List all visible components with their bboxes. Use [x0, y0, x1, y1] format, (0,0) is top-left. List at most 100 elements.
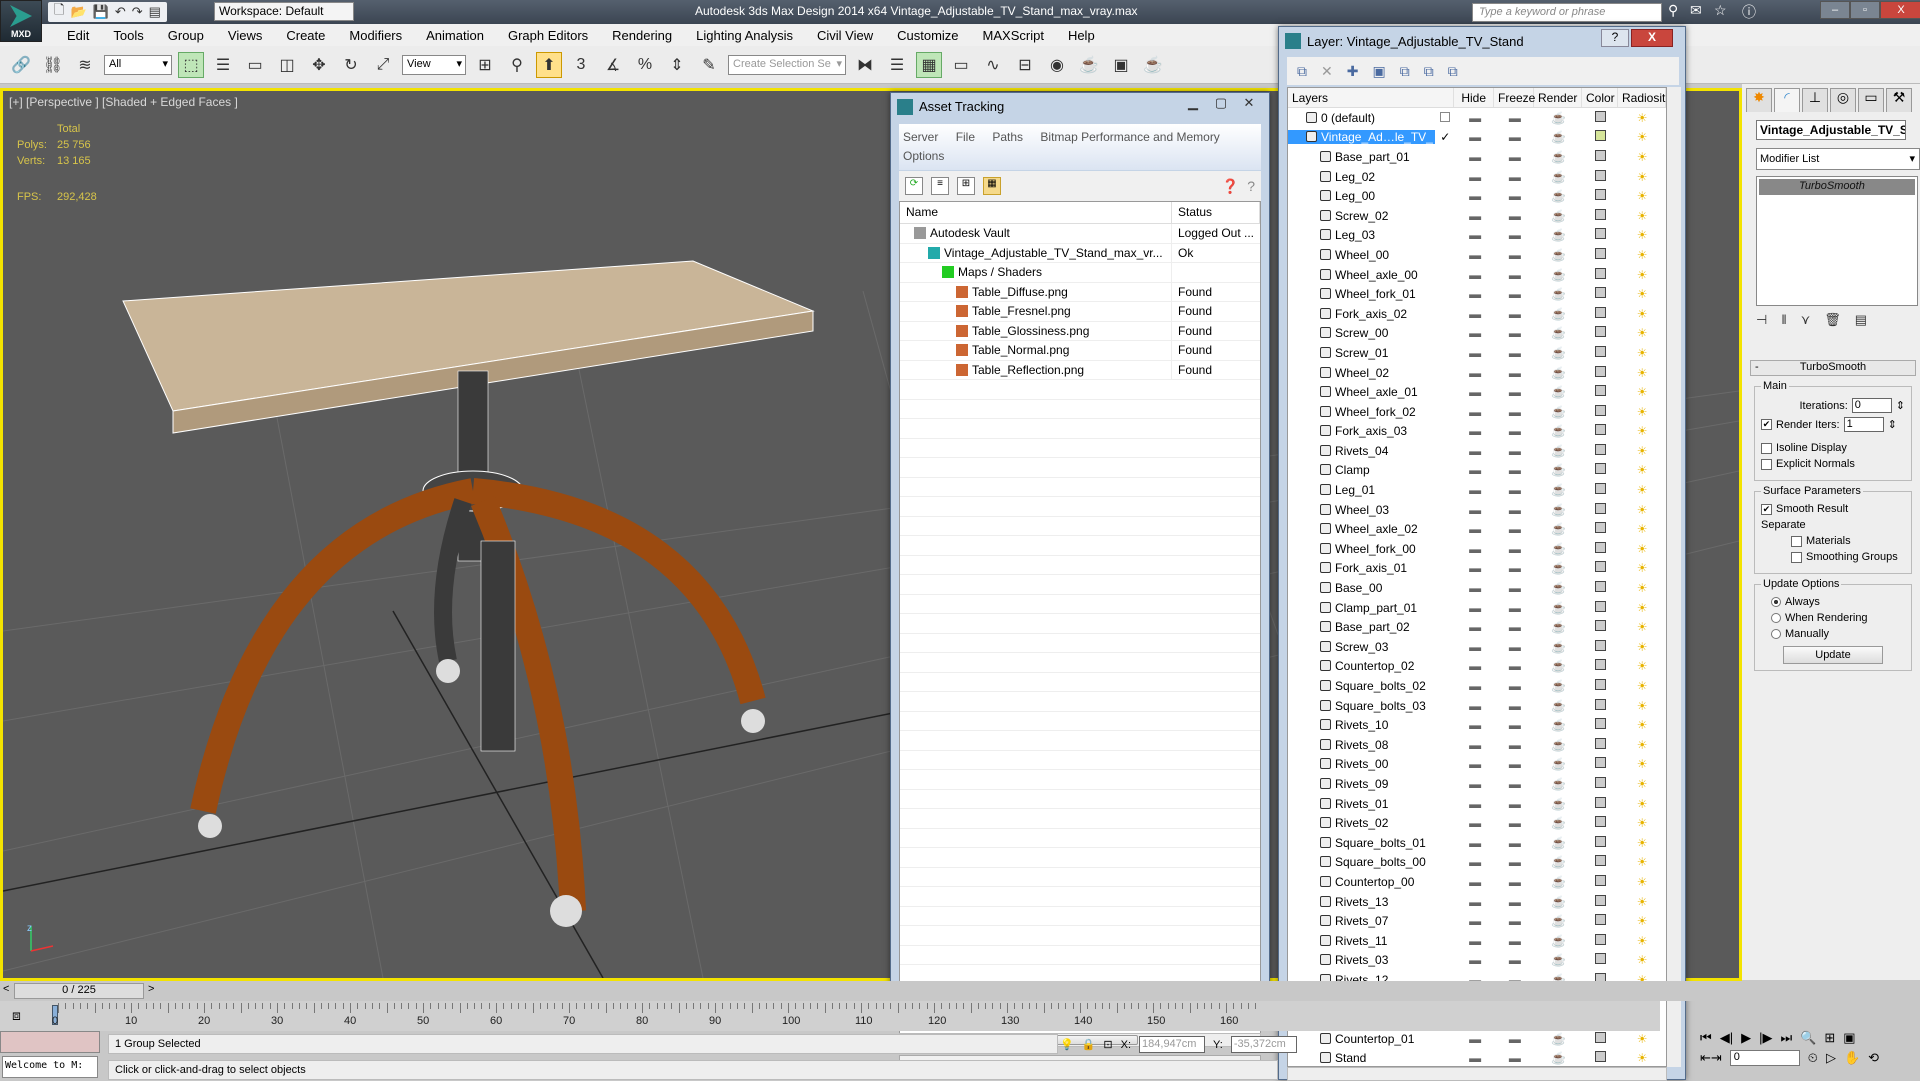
menu-edit[interactable]: Edit	[55, 28, 101, 43]
radiosity-icon[interactable]: ☀	[1618, 953, 1666, 967]
material-editor-icon[interactable]: ◉	[1044, 52, 1070, 78]
render-teapot-icon[interactable]: ☕	[1535, 836, 1583, 850]
color-swatch[interactable]	[1582, 463, 1618, 477]
current-layer-checkbox[interactable]	[1435, 111, 1455, 125]
object-row[interactable]: Base_part_02 ▬ ▬ ☕ ☀	[1288, 617, 1666, 637]
go-to-end-icon[interactable]: ⏭	[1780, 1030, 1792, 1046]
freeze-toggle[interactable]: ▬	[1495, 934, 1535, 948]
orbit-icon[interactable]: ⟲	[1868, 1050, 1879, 1066]
render-teapot-icon[interactable]: ☕	[1535, 757, 1583, 771]
hide-toggle[interactable]: ▬	[1455, 581, 1495, 595]
color-swatch[interactable]	[1582, 816, 1618, 830]
percent-snap-icon[interactable]: %	[632, 52, 658, 78]
hide-toggle[interactable]: ▬	[1455, 679, 1495, 693]
rollout-toggle[interactable]: -	[1755, 361, 1759, 373]
col-color[interactable]: Color	[1582, 88, 1618, 107]
render-teapot-icon[interactable]: ☕	[1535, 307, 1583, 321]
play-icon[interactable]: ▶	[1741, 1030, 1751, 1046]
radiosity-icon[interactable]: ☀	[1618, 1051, 1666, 1065]
radiosity-icon[interactable]: ☀	[1618, 522, 1666, 536]
freeze-toggle[interactable]: ▬	[1495, 581, 1535, 595]
render-teapot-icon[interactable]: ☕	[1535, 228, 1583, 242]
radiosity-icon[interactable]: ☀	[1618, 777, 1666, 791]
render-teapot-icon[interactable]: ☕	[1535, 777, 1583, 791]
vault-help-icon[interactable]: ❓	[1222, 178, 1239, 195]
radiosity-icon[interactable]: ☀	[1618, 797, 1666, 811]
asset-menu-bitmap[interactable]: Bitmap Performance and Memory	[1040, 130, 1219, 144]
zoom-icon[interactable]: 🔍	[1800, 1030, 1816, 1046]
hide-toggle[interactable]: ▬	[1455, 483, 1495, 497]
smooth-result-checkbox[interactable]: ✔	[1761, 503, 1772, 515]
motion-tab-icon[interactable]: ◎	[1830, 88, 1856, 112]
color-swatch[interactable]	[1582, 149, 1618, 164]
freeze-toggle[interactable]: ▬	[1495, 757, 1535, 771]
freeze-toggle[interactable]: ▬	[1495, 444, 1535, 458]
radiosity-icon[interactable]: ☀	[1618, 757, 1666, 771]
freeze-toggle[interactable]: ▬	[1495, 1051, 1535, 1065]
render-teapot-icon[interactable]: ☕	[1535, 1032, 1583, 1046]
asset-row[interactable]: Table_Fresnel.png Found	[900, 302, 1260, 322]
materials-checkbox[interactable]	[1791, 535, 1802, 547]
hide-toggle[interactable]: ▬	[1455, 757, 1495, 771]
col-layers[interactable]: Layers	[1288, 88, 1455, 107]
current-frame-field[interactable]: 0	[1729, 1050, 1800, 1066]
freeze-toggle[interactable]: ▬	[1495, 366, 1535, 380]
hide-toggle[interactable]: ▬	[1455, 463, 1495, 477]
selection-filter-dropdown[interactable]: All	[104, 54, 172, 75]
radiosity-icon[interactable]: ☀	[1618, 816, 1666, 830]
freeze-toggle[interactable]: ▬	[1495, 209, 1535, 223]
freeze-toggle[interactable]: ▬	[1495, 640, 1535, 654]
close-button[interactable]: X	[1880, 1, 1920, 19]
object-row[interactable]: Square_bolts_02 ▬ ▬ ☕ ☀	[1288, 676, 1666, 696]
radiosity-icon[interactable]: ☀	[1618, 209, 1666, 223]
edit-named-selection-icon[interactable]: ✎	[696, 52, 722, 78]
color-swatch[interactable]	[1582, 561, 1618, 575]
freeze-toggle[interactable]: ▬	[1495, 797, 1535, 811]
hide-toggle[interactable]: ▬	[1455, 326, 1495, 340]
freeze-toggle[interactable]: ▬	[1495, 228, 1535, 242]
freeze-toggle[interactable]: ▬	[1495, 679, 1535, 693]
freeze-toggle[interactable]: ▬	[1495, 248, 1535, 262]
freeze-toggle[interactable]: ▬	[1495, 659, 1535, 673]
render-teapot-icon[interactable]: ☕	[1535, 620, 1583, 634]
render-teapot-icon[interactable]: ☕	[1535, 601, 1583, 615]
color-swatch[interactable]	[1582, 1031, 1618, 1046]
go-to-start-icon[interactable]: ⏮	[1700, 1030, 1712, 1046]
render-teapot-icon[interactable]: ☕	[1535, 385, 1583, 399]
freeze-toggle[interactable]: ▬	[1495, 463, 1535, 477]
radiosity-icon[interactable]: ☀	[1618, 620, 1666, 634]
move-icon[interactable]: ✥	[306, 52, 332, 78]
menu-maxscript[interactable]: MAXScript	[971, 28, 1056, 43]
object-row[interactable]: Base_part_01 ▬ ▬ ☕ ☀	[1288, 147, 1666, 167]
color-swatch[interactable]	[1582, 718, 1618, 732]
configure-sets-icon[interactable]: ▤	[1855, 312, 1867, 328]
hide-toggle[interactable]: ▬	[1455, 836, 1495, 850]
radiosity-icon[interactable]: ☀	[1618, 934, 1666, 948]
hide-toggle[interactable]: ▬	[1455, 503, 1495, 517]
object-row[interactable]: Square_bolts_01 ▬ ▬ ☕ ☀	[1288, 833, 1666, 853]
freeze-toggle[interactable]: ▬	[1495, 914, 1535, 928]
utilities-tab-icon[interactable]: ⚒	[1886, 88, 1912, 112]
hide-toggle[interactable]: ▬	[1455, 738, 1495, 752]
render-teapot-icon[interactable]: ☕	[1535, 561, 1583, 575]
radiosity-icon[interactable]: ☀	[1618, 679, 1666, 693]
application-button[interactable]: MXD	[0, 0, 42, 42]
asset-row[interactable]: Autodesk Vault Logged Out ...	[900, 224, 1260, 244]
radiosity-icon[interactable]: ☀	[1618, 561, 1666, 575]
object-row[interactable]: Clamp ▬ ▬ ☕ ☀	[1288, 461, 1666, 481]
color-swatch[interactable]	[1582, 835, 1618, 850]
object-row[interactable]: Fork_axis_03 ▬ ▬ ☕ ☀	[1288, 422, 1666, 442]
radiosity-icon[interactable]: ☀	[1618, 307, 1666, 321]
object-row[interactable]: Clamp_part_01 ▬ ▬ ☕ ☀	[1288, 598, 1666, 618]
object-row[interactable]: Square_bolts_03 ▬ ▬ ☕ ☀	[1288, 696, 1666, 716]
render-teapot-icon[interactable]: ☕	[1535, 209, 1583, 223]
minimize-button[interactable]: –	[1820, 1, 1850, 19]
radiosity-icon[interactable]: ☀	[1618, 483, 1666, 497]
object-row[interactable]: Wheel_fork_01 ▬ ▬ ☕ ☀	[1288, 284, 1666, 304]
render-teapot-icon[interactable]: ☕	[1535, 444, 1583, 458]
hide-toggle[interactable]: ▬	[1455, 522, 1495, 536]
hide-all-icon[interactable]: ⧉	[1424, 63, 1434, 80]
explicit-normals-checkbox[interactable]	[1761, 458, 1772, 470]
color-swatch[interactable]	[1582, 855, 1618, 869]
freeze-toggle[interactable]: ▬	[1495, 326, 1535, 340]
